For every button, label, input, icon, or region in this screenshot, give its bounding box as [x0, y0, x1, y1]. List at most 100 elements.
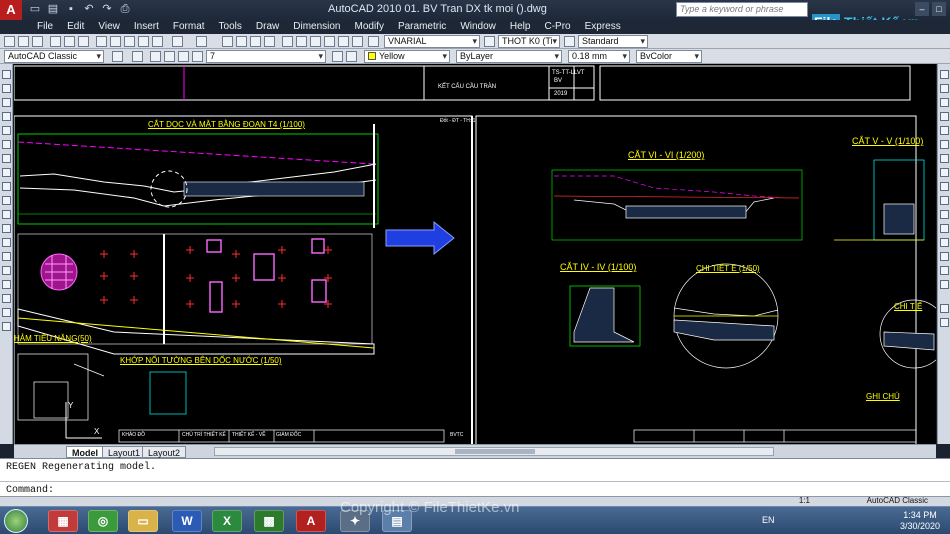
excel-icon[interactable]: X [212, 510, 242, 532]
explode-icon[interactable] [940, 280, 949, 289]
dim-style-select[interactable]: THOT K0 (Ti [498, 35, 560, 48]
menu-modify[interactable]: Modify [348, 20, 391, 34]
copy-icon[interactable] [110, 36, 121, 47]
cut-icon[interactable] [96, 36, 107, 47]
dim-style-icon[interactable] [484, 36, 495, 47]
stretch-icon[interactable] [940, 182, 949, 191]
tab-layout2[interactable]: Layout2 [142, 446, 187, 458]
linetype-select[interactable]: ByLayer [456, 50, 562, 63]
join-icon[interactable] [940, 238, 949, 247]
chamfer-icon[interactable] [940, 252, 949, 261]
table-style-select[interactable]: Standard [578, 35, 648, 48]
color-select[interactable]: Yellow [364, 50, 450, 63]
move-icon[interactable] [940, 140, 949, 149]
text-style-icon[interactable] [368, 36, 379, 47]
polygon-icon[interactable] [2, 112, 11, 121]
zoom-previous-icon[interactable] [264, 36, 275, 47]
array-icon[interactable] [940, 126, 949, 135]
make-block-icon[interactable] [2, 238, 11, 247]
circle-icon[interactable] [2, 154, 11, 163]
menu-window[interactable]: Window [453, 20, 503, 34]
open-icon[interactable]: ▤ [46, 2, 60, 16]
menu-dimension[interactable]: Dimension [286, 20, 347, 34]
new-icon[interactable]: ▭ [28, 2, 42, 16]
language-indicator[interactable]: EN [762, 515, 775, 525]
menu-c-pro[interactable]: C-Pro [537, 20, 577, 34]
menu-draw[interactable]: Draw [249, 20, 286, 34]
clock[interactable]: 1:34 PM 3/30/2020 [900, 510, 940, 532]
design-center-icon[interactable] [296, 36, 307, 47]
lineweight-select[interactable]: 0.18 mm [568, 50, 630, 63]
layer-color-icon[interactable] [192, 51, 203, 62]
plot-icon[interactable]: ⎙ [118, 2, 132, 16]
gradient-icon[interactable] [2, 280, 11, 289]
lock-icon[interactable] [178, 51, 189, 62]
rectangle-icon[interactable] [2, 126, 11, 135]
scroll-thumb[interactable] [455, 449, 535, 454]
minimize-icon[interactable]: – [915, 2, 929, 16]
plot-icon[interactable] [50, 36, 61, 47]
undo-icon[interactable]: ↶ [82, 2, 96, 16]
multiline-text-icon[interactable] [2, 322, 11, 331]
region-icon[interactable] [2, 294, 11, 303]
preview-icon[interactable] [64, 36, 75, 47]
zoom-realtime-icon[interactable] [236, 36, 247, 47]
maximize-icon[interactable]: □ [932, 2, 946, 16]
arc-icon[interactable] [2, 140, 11, 149]
menu-insert[interactable]: Insert [127, 20, 166, 34]
undo-icon[interactable] [172, 36, 183, 47]
zoom-window-icon[interactable] [250, 36, 261, 47]
autocad-task-icon[interactable]: A [296, 510, 326, 532]
markup-icon[interactable] [338, 36, 349, 47]
sheet-set-icon[interactable] [324, 36, 335, 47]
drawing-area[interactable]: KẾT CẤU CẦU TRÀN TS-TT-LLVT BV 2019 Đốt … [14, 64, 936, 444]
trim-icon[interactable] [940, 196, 949, 205]
save-icon[interactable] [32, 36, 43, 47]
mirror-icon[interactable] [940, 98, 949, 107]
match-properties-icon[interactable] [138, 36, 149, 47]
copy-object-icon[interactable] [940, 84, 949, 93]
workspace-switch[interactable]: AutoCAD Classic [867, 496, 928, 505]
spline-icon[interactable] [2, 182, 11, 191]
menu-parametric[interactable]: Parametric [391, 20, 453, 34]
menu-view[interactable]: View [91, 20, 127, 34]
properties-icon[interactable] [282, 36, 293, 47]
text-style-select[interactable]: VNARIAL [384, 35, 480, 48]
plotstyle-select[interactable]: BvColor [636, 50, 702, 63]
gear-icon[interactable] [112, 51, 123, 62]
tool-palettes-icon[interactable] [310, 36, 321, 47]
folder-icon[interactable]: ▭ [128, 510, 158, 532]
menu-express[interactable]: Express [578, 20, 628, 34]
open-icon[interactable] [18, 36, 29, 47]
block-editor-icon[interactable] [152, 36, 163, 47]
revision-cloud-icon[interactable] [2, 168, 11, 177]
lightbulb-icon[interactable] [150, 51, 161, 62]
publish-icon[interactable] [78, 36, 89, 47]
start-button-icon[interactable] [4, 509, 28, 533]
paste-icon[interactable] [124, 36, 135, 47]
point-icon[interactable] [2, 252, 11, 261]
table-style-icon[interactable] [564, 36, 575, 47]
erase-icon[interactable] [940, 70, 949, 79]
ellipse-arc-icon[interactable] [2, 210, 11, 219]
fillet-icon[interactable] [940, 266, 949, 275]
ellipse-icon[interactable] [2, 196, 11, 205]
redo-icon[interactable]: ↷ [100, 2, 114, 16]
search-input[interactable]: Type a keyword or phrase [676, 2, 808, 17]
app-icon-chrome[interactable]: ◎ [88, 510, 118, 532]
redo-icon[interactable] [196, 36, 207, 47]
layer-previous-icon[interactable] [346, 51, 357, 62]
horizontal-scrollbar[interactable] [214, 447, 774, 456]
construction-line-icon[interactable] [2, 84, 11, 93]
menu-edit[interactable]: Edit [60, 20, 91, 34]
sun-icon[interactable] [164, 51, 175, 62]
insert-block-icon[interactable] [2, 224, 11, 233]
autocad-logo-icon[interactable]: A [0, 0, 22, 20]
save-icon[interactable]: ▪ [64, 2, 78, 16]
menu-help[interactable]: Help [503, 20, 538, 34]
pan-icon[interactable] [222, 36, 233, 47]
menu-tools[interactable]: Tools [212, 20, 249, 34]
layer-select[interactable]: 7 [206, 50, 326, 63]
break-icon[interactable] [940, 224, 949, 233]
workspace-select[interactable]: AutoCAD Classic [4, 50, 104, 63]
